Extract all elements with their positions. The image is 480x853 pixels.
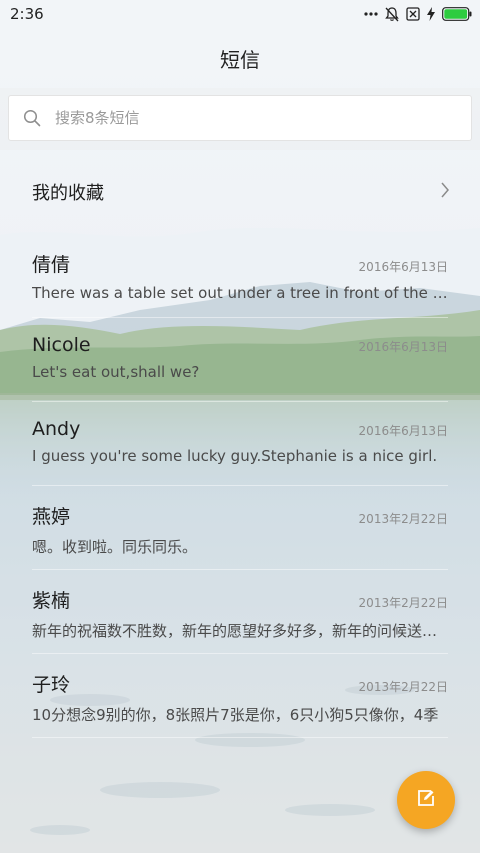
status-icons (364, 6, 472, 22)
contact-name: 燕婷 (32, 506, 71, 528)
page-title: 短信 (220, 47, 260, 72)
message-row[interactable]: 倩倩 2016年6月13日 There was a table set out … (0, 234, 480, 318)
sim-off-icon (406, 7, 420, 21)
search-box[interactable] (8, 95, 472, 141)
message-date: 2013年2月22日 (358, 680, 448, 694)
message-date: 2013年2月22日 (358, 596, 448, 610)
message-date: 2016年6月13日 (358, 340, 448, 354)
contact-name: 紫楠 (32, 590, 71, 612)
message-date: 2016年6月13日 (358, 260, 448, 274)
message-preview: I guess you're some lucky guy.Stephanie … (32, 447, 438, 465)
charging-icon (427, 7, 435, 21)
message-row[interactable]: Nicole 2016年6月13日 Let's eat out,shall we… (0, 318, 480, 402)
favorites-row[interactable]: 我的收藏 (0, 150, 480, 234)
more-dots-icon (364, 12, 378, 16)
bell-off-icon (385, 6, 399, 22)
message-date: 2016年6月13日 (358, 424, 448, 438)
contact-name: Nicole (32, 334, 91, 356)
message-row[interactable]: Andy 2016年6月13日 I guess you're some luck… (0, 402, 480, 486)
message-preview: 10分想念9别的你，8张照片7张是你，6只小狗5只像你，4季 (32, 706, 439, 724)
chevron-right-icon (440, 181, 450, 203)
message-row[interactable]: 燕婷 2013年2月22日 嗯。收到啦。同乐同乐。 (0, 486, 480, 570)
message-preview: There was a table set out under a tree i… (32, 284, 448, 302)
message-date: 2013年2月22日 (358, 512, 448, 526)
app-header: 短信 (0, 28, 480, 88)
message-row[interactable]: 子玲 2013年2月22日 10分想念9别的你，8张照片7张是你，6只小狗5只像… (0, 654, 480, 738)
compose-icon (416, 788, 436, 812)
compose-button[interactable] (397, 771, 455, 829)
favorites-label: 我的收藏 (32, 183, 104, 204)
search-icon (23, 109, 41, 127)
contact-name: 子玲 (32, 674, 71, 696)
message-row[interactable]: 紫楠 2013年2月22日 新年的祝福数不胜数，新年的愿望好多好多，新年的问候送… (0, 570, 480, 654)
contact-name: 倩倩 (32, 254, 71, 276)
message-preview: 新年的祝福数不胜数，新年的愿望好多好多，新年的问候送给你 (32, 622, 448, 640)
status-bar: 2:36 (0, 0, 480, 28)
status-time: 2:36 (10, 5, 44, 23)
message-list: 倩倩 2016年6月13日 There was a table set out … (0, 234, 480, 738)
message-preview: 嗯。收到啦。同乐同乐。 (32, 538, 198, 556)
divider (32, 737, 448, 738)
battery-icon (442, 7, 472, 21)
contact-name: Andy (32, 418, 81, 440)
search-input[interactable] (53, 108, 417, 128)
message-preview: Let's eat out,shall we? (32, 363, 200, 381)
search-bar-container (0, 88, 480, 150)
